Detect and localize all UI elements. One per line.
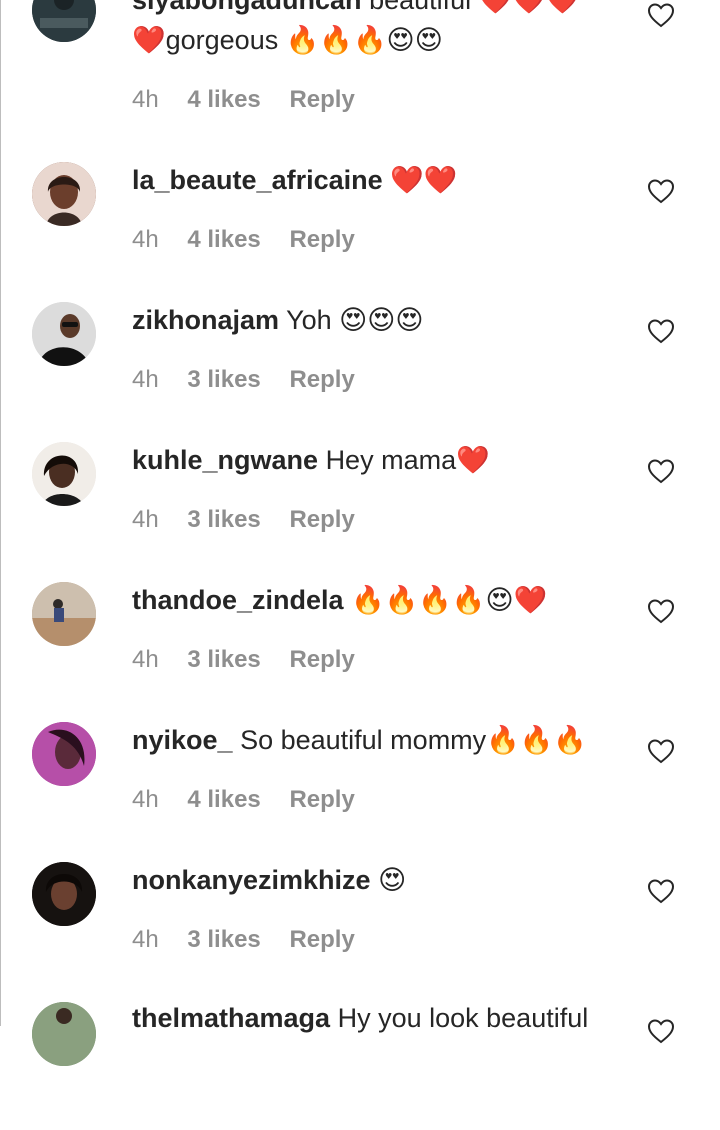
like-heart-icon[interactable] [647, 318, 675, 344]
comment-username[interactable]: kuhle_ngwane [132, 445, 318, 475]
avatar[interactable] [32, 162, 96, 226]
avatar[interactable] [32, 862, 96, 926]
comment-time: 4h [132, 926, 159, 953]
avatar[interactable] [32, 722, 96, 786]
like-heart-icon[interactable] [647, 2, 675, 28]
comment-time: 4h [132, 786, 159, 813]
comment-text: Hy you look beautiful [337, 1003, 589, 1033]
comment-likes[interactable]: 4 likes [187, 226, 260, 253]
comment-text: Yoh 😍😍😍 [286, 305, 424, 335]
comment-time: 4h [132, 646, 159, 673]
comment-item: la_beaute_africaine ❤️❤️ 4h 4 likes Repl… [0, 150, 720, 290]
comment-time: 4h [132, 226, 159, 253]
comment-item: siyabongaduncan beautiful ❤️❤️❤️ ❤️gorge… [0, 0, 720, 113]
reply-button[interactable]: Reply [289, 506, 354, 533]
comment-username[interactable]: nonkanyezimkhize [132, 865, 371, 895]
comment-line: nyikoe_ So beautiful mommy🔥🔥🔥 [132, 722, 632, 758]
comment-text: ❤️❤️ [390, 165, 458, 195]
comment-line: thelmathamaga Hy you look beautiful [132, 1000, 632, 1036]
avatar[interactable] [32, 0, 96, 42]
comment-meta: 4h 3 likes Reply [132, 366, 377, 394]
comment-username[interactable]: thandoe_zindela [132, 585, 344, 615]
like-heart-icon[interactable] [647, 458, 675, 484]
comment-item: nyikoe_ So beautiful mommy🔥🔥🔥 4h 4 likes… [0, 710, 720, 850]
avatar[interactable] [32, 582, 96, 646]
comment-username[interactable]: la_beaute_africaine [132, 165, 383, 195]
comment-username[interactable]: siyabongaduncan [132, 0, 362, 15]
reply-button[interactable]: Reply [289, 86, 354, 113]
comment-line: kuhle_ngwane Hey mama❤️ [132, 442, 632, 478]
comment-username[interactable]: zikhonajam [132, 305, 279, 335]
comment-time: 4h [132, 366, 159, 393]
comment-item: nonkanyezimkhize 😍 4h 3 likes Reply [0, 850, 720, 990]
comment-item: thandoe_zindela 🔥🔥🔥🔥😍❤️ 4h 3 likes Reply [0, 570, 720, 710]
comment-likes[interactable]: 3 likes [187, 366, 260, 393]
comment-text: Hey mama❤️ [325, 445, 490, 475]
like-heart-icon[interactable] [647, 1018, 675, 1044]
reply-button[interactable]: Reply [289, 226, 354, 253]
comment-item: zikhonajam Yoh 😍😍😍 4h 3 likes Reply [0, 290, 720, 430]
comment-line: zikhonajam Yoh 😍😍😍 [132, 302, 632, 338]
comment-text: So beautiful mommy🔥🔥🔥 [240, 725, 588, 755]
comment-line: nonkanyezimkhize 😍 [132, 862, 632, 898]
comment-text-continued: ❤️gorgeous 🔥🔥🔥😍😍 [132, 25, 443, 55]
like-heart-icon[interactable] [647, 878, 675, 904]
comment-item: kuhle_ngwane Hey mama❤️ 4h 3 likes Reply [0, 430, 720, 570]
avatar[interactable] [32, 442, 96, 506]
comment-time: 4h [132, 86, 159, 113]
like-heart-icon[interactable] [647, 738, 675, 764]
comment-item: thelmathamaga Hy you look beautiful [0, 990, 720, 1130]
comment-meta: 4h 3 likes Reply [132, 506, 377, 534]
comment-time: 4h [132, 506, 159, 533]
reply-button[interactable]: Reply [289, 366, 354, 393]
comment-line: siyabongaduncan beautiful ❤️❤️❤️ [132, 0, 632, 18]
comment-meta: 4h 4 likes Reply [132, 86, 377, 114]
comment-username[interactable]: thelmathamaga [132, 1003, 330, 1033]
comment-line: thandoe_zindela 🔥🔥🔥🔥😍❤️ [132, 582, 632, 618]
comment-meta: 4h 4 likes Reply [132, 226, 377, 254]
comment-line: la_beaute_africaine ❤️❤️ [132, 162, 632, 198]
reply-button[interactable]: Reply [289, 646, 354, 673]
comment-meta: 4h 3 likes Reply [132, 646, 377, 674]
avatar[interactable] [32, 302, 96, 366]
comment-meta: 4h 3 likes Reply [132, 926, 377, 954]
reply-button[interactable]: Reply [289, 786, 354, 813]
reply-button[interactable]: Reply [289, 926, 354, 953]
like-heart-icon[interactable] [647, 178, 675, 204]
comment-likes[interactable]: 3 likes [187, 506, 260, 533]
comment-likes[interactable]: 4 likes [187, 86, 260, 113]
comment-likes[interactable]: 3 likes [187, 926, 260, 953]
comment-text: 😍 [378, 865, 407, 895]
avatar[interactable] [32, 1002, 96, 1066]
comment-meta: 4h 4 likes Reply [132, 786, 377, 814]
like-heart-icon[interactable] [647, 598, 675, 624]
comment-text: beautiful ❤️❤️❤️ [369, 0, 580, 15]
comment-likes[interactable]: 3 likes [187, 646, 260, 673]
comment-username[interactable]: nyikoe_ [132, 725, 233, 755]
comment-likes[interactable]: 4 likes [187, 786, 260, 813]
comment-text: 🔥🔥🔥🔥😍❤️ [351, 585, 548, 615]
